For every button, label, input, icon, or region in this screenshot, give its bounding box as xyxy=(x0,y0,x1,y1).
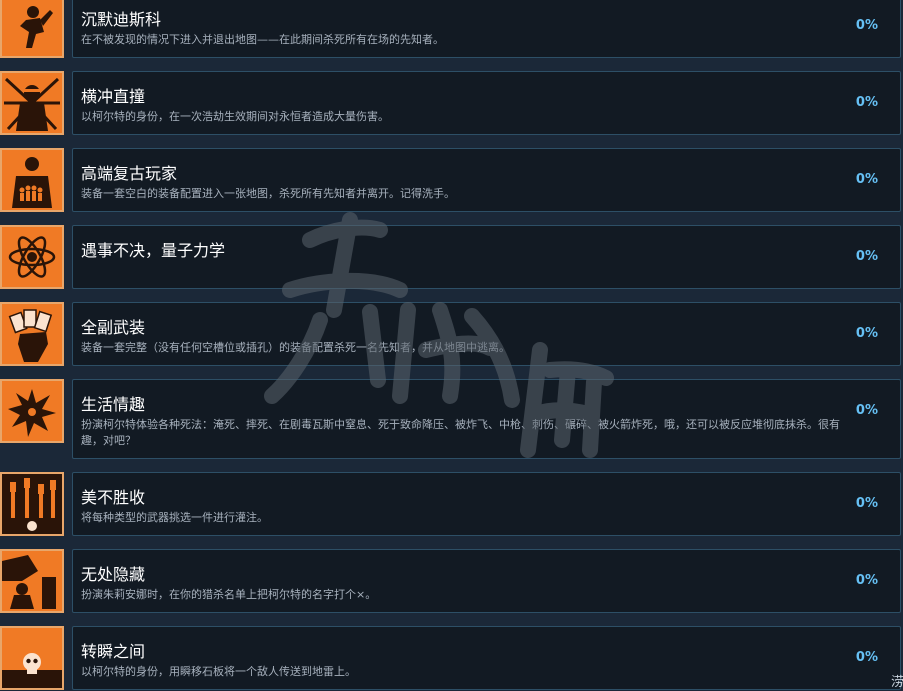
achievement-title: 美不胜收 xyxy=(81,488,146,507)
achievement-percent: 0% xyxy=(855,249,878,264)
achievement-list: 沉默迪斯科 在不被发现的情况下进入并退出地图——在此期间杀死所有在场的先知者。 … xyxy=(0,0,903,691)
achievement-card: 全副武装 装备一套完整（没有任何空槽位或插孔）的装备配置杀死一名先知者，并从地图… xyxy=(72,302,901,366)
achievement-card: 遇事不决，量子力学 0% xyxy=(72,225,901,289)
atom-icon xyxy=(0,225,64,289)
achievement-title: 高端复古玩家 xyxy=(81,164,178,183)
achievement-description: 以柯尔特的身份，用瞬移石板将一个敌人传送到地雷上。 xyxy=(81,665,356,678)
corner-glyph: 涝 xyxy=(891,675,903,690)
achievement-percent: 0% xyxy=(855,650,878,665)
achievement-description: 以柯尔特的身份，在一次浩劫生效期间对永恒者造成大量伤害。 xyxy=(81,110,389,123)
achievement-percent: 0% xyxy=(855,496,878,511)
achievement-description: 扮演朱莉安娜时，在你的猎杀名单上把柯尔特的名字打个×。 xyxy=(81,588,377,601)
achievement-description: 装备一套完整（没有任何空槽位或插孔）的装备配置杀死一名先知者，并从地图中逃离。 xyxy=(81,341,510,354)
achievement-title: 无处隐藏 xyxy=(81,565,146,584)
shadow-figure-icon xyxy=(0,549,64,613)
achievement-title: 遇事不决，量子力学 xyxy=(81,241,226,260)
achievement-description: 将每种类型的武器挑选一件进行灌注。 xyxy=(81,511,268,524)
achievement-title: 生活情趣 xyxy=(81,395,146,414)
explosion-icon xyxy=(0,379,64,443)
crowd-figure-icon xyxy=(0,148,64,212)
running-man-icon xyxy=(0,0,64,58)
achievement-card: 高端复古玩家 装备一套空白的装备配置进入一张地图，杀死所有先知者并离开。记得洗手… xyxy=(72,148,901,212)
achievement-card: 横冲直撞 以柯尔特的身份，在一次浩劫生效期间对永恒者造成大量伤害。 0% xyxy=(72,71,901,135)
achievement-percent: 0% xyxy=(855,573,878,588)
achievement-card: 沉默迪斯科 在不被发现的情况下进入并退出地图——在此期间杀死所有在场的先知者。 … xyxy=(72,0,901,58)
gunman-burst-icon xyxy=(0,71,64,135)
achievement-title: 沉默迪斯科 xyxy=(81,10,162,29)
achievement-card: 美不胜收 将每种类型的武器挑选一件进行灌注。 0% xyxy=(72,472,901,536)
achievement-description: 装备一套空白的装备配置进入一张地图，杀死所有先知者并离开。记得洗手。 xyxy=(81,187,455,200)
achievement-percent: 0% xyxy=(855,326,878,341)
achievement-description: 在不被发现的情况下进入并退出地图——在此期间杀死所有在场的先知者。 xyxy=(81,33,444,46)
achievement-card: 生活情趣 扮演柯尔特体验各种死法：淹死、摔死、在剧毒瓦斯中窒息、死于致命降压、被… xyxy=(72,379,901,459)
achievement-percent: 0% xyxy=(855,18,878,33)
achievement-percent: 0% xyxy=(855,172,878,187)
achievement-card: 无处隐藏 扮演朱莉安娜时，在你的猎杀名单上把柯尔特的名字打个×。 0% xyxy=(72,549,901,613)
achievement-percent: 0% xyxy=(855,403,878,418)
achievement-description: 扮演柯尔特体验各种死法：淹死、摔死、在剧毒瓦斯中窒息、死于致命降压、被炸飞、中枪… xyxy=(81,418,840,447)
achievement-title: 转瞬之间 xyxy=(81,642,146,661)
achievement-title: 全副武装 xyxy=(81,318,146,337)
achievement-card: 转瞬之间 以柯尔特的身份，用瞬移石板将一个敌人传送到地雷上。 0% xyxy=(72,626,901,690)
achievement-percent: 0% xyxy=(855,95,878,110)
skull-icon xyxy=(0,626,64,690)
hand-cards-icon xyxy=(0,302,64,366)
achievement-title: 横冲直撞 xyxy=(81,87,146,106)
raised-fists-icon xyxy=(0,472,64,536)
